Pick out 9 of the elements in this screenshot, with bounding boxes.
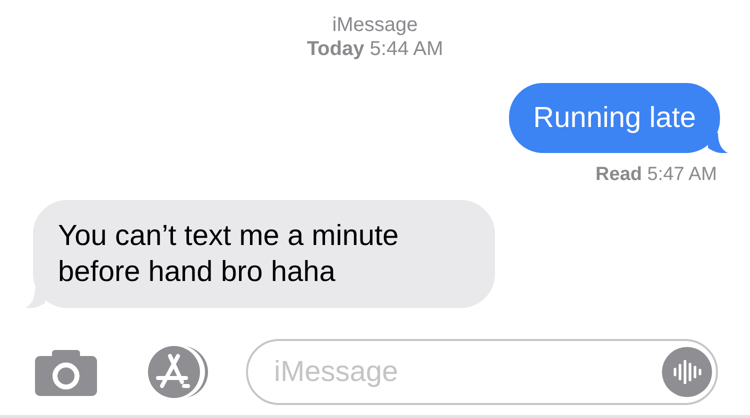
conversation-timestamp: Today 5:44 AM [306,37,444,61]
message-input-field[interactable]: iMessage [246,339,718,405]
bubble-tail [708,133,728,153]
waveform-icon [672,360,702,384]
received-message-bubble: You can’t text me a minute before hand bro haha [25,200,495,308]
service-label: iMessage [332,13,418,37]
camera-icon[interactable] [35,350,97,396]
read-receipt: Read 5:47 AM [596,163,717,187]
sent-message-bubble: Running late [509,83,728,153]
